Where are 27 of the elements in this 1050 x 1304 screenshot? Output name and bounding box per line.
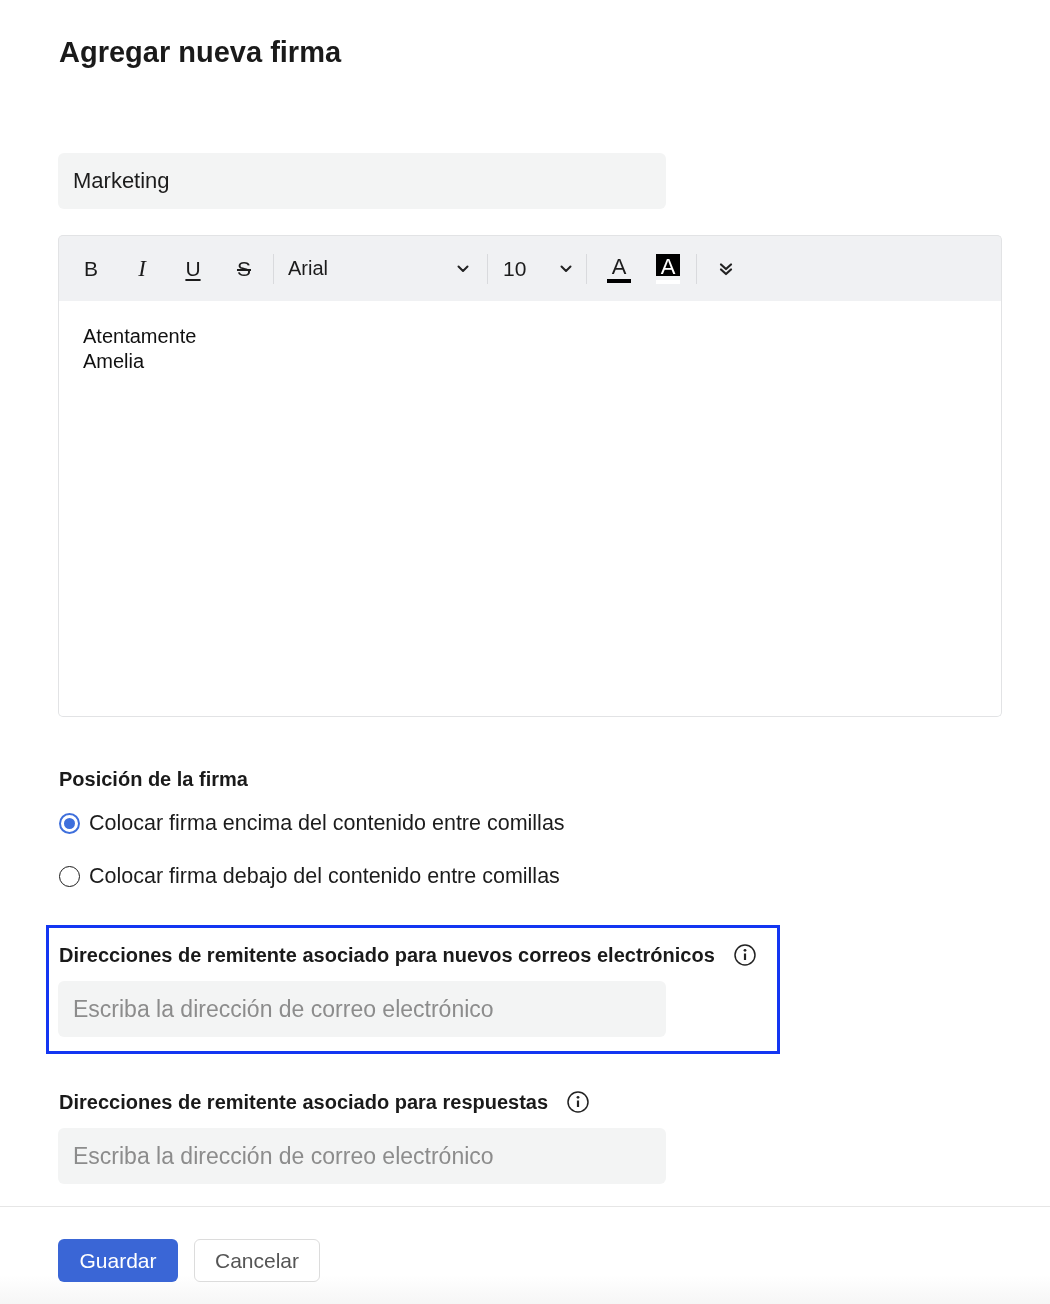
highlight-color-button[interactable]: A	[656, 253, 680, 284]
chevron-down-icon	[457, 264, 469, 273]
underline-button[interactable]: U	[178, 253, 208, 284]
font-family-dropdown[interactable]: Arial	[288, 252, 472, 285]
field-label: Direcciones de remitente asociado para respuestas	[59, 1090, 549, 1115]
save-button[interactable]: Guardar	[58, 1239, 178, 1282]
double-chevron-down-icon	[719, 261, 733, 276]
signature-name-field[interactable]: Marketing	[58, 153, 666, 209]
chevron-down-icon	[560, 264, 572, 273]
bold-button[interactable]: B	[76, 253, 106, 284]
section-heading: Posición de la firma	[59, 767, 248, 792]
option-label[interactable]: Colocar firma encima del contenido entre comillas	[89, 809, 565, 837]
option-label[interactable]: Colocar firma debajo del contenido entre comillas	[89, 862, 560, 890]
font-size-dropdown[interactable]: 10	[503, 252, 573, 285]
info-icon[interactable]	[733, 944, 756, 966]
strikethrough-button[interactable]: S	[229, 253, 259, 284]
dialog-title: Agregar nueva firma	[59, 35, 342, 70]
more-options-button[interactable]	[719, 261, 733, 276]
cancel-button[interactable]: Cancelar	[194, 1239, 320, 1282]
email-input-field[interactable]: Escriba la dirección de correo electrónico	[58, 981, 666, 1037]
email-input-field[interactable]: Escriba la dirección de correo electrónico	[58, 1128, 666, 1184]
radio-button[interactable]	[59, 812, 80, 834]
info-icon[interactable]	[567, 1091, 590, 1113]
italic-button[interactable]: I	[127, 253, 157, 284]
signature-editor[interactable]: Atentamente Amelia	[58, 301, 1002, 717]
field-label: Direcciones de remitente asociado para nuevos correos electrónicos	[59, 943, 715, 968]
font-color-button[interactable]: A	[607, 254, 631, 283]
